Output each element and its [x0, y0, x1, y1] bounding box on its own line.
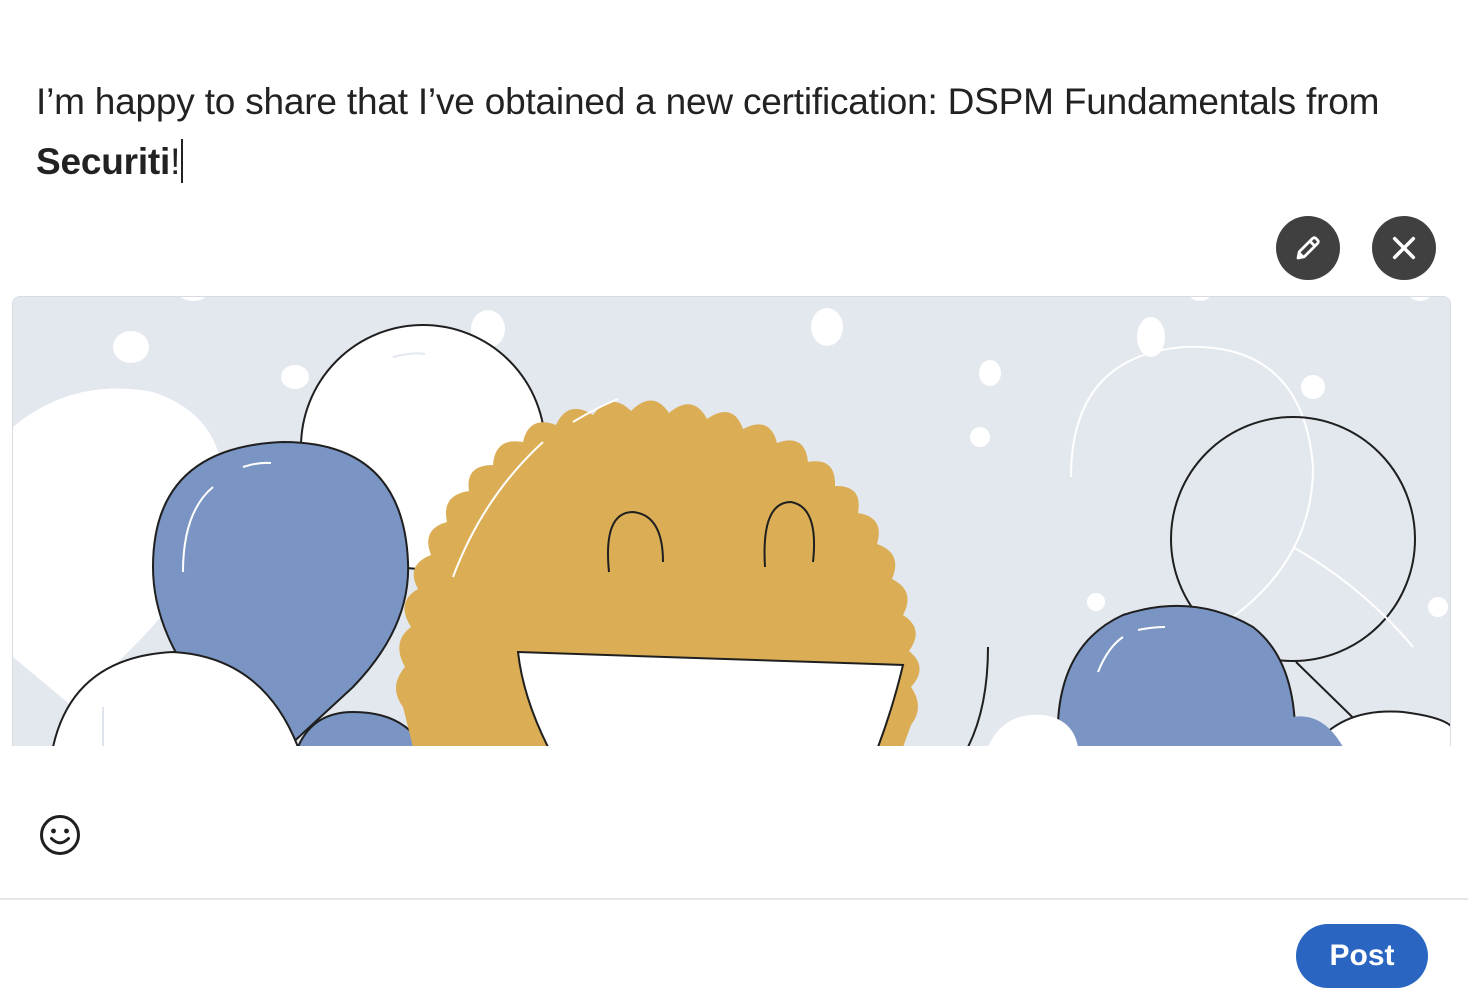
pencil-icon: [1296, 236, 1320, 260]
post-text-editor[interactable]: I’m happy to share that I’ve obtained a …: [36, 72, 1436, 192]
mention-company[interactable]: Securiti: [36, 141, 170, 182]
text-caret: [181, 139, 184, 183]
media-preview: [12, 296, 1451, 746]
post-button[interactable]: Post: [1296, 924, 1428, 988]
post-text-end: !: [170, 141, 181, 182]
remove-media-button[interactable]: [1372, 216, 1436, 280]
emoji-button[interactable]: [38, 813, 82, 857]
smiley-icon: [40, 815, 80, 855]
certification-illustration: [13, 297, 1450, 746]
edit-media-button[interactable]: [1276, 216, 1340, 280]
close-icon: [1392, 236, 1416, 260]
post-text-body: I’m happy to share that I’ve obtained a …: [36, 81, 1380, 122]
footer-divider: [0, 898, 1468, 900]
